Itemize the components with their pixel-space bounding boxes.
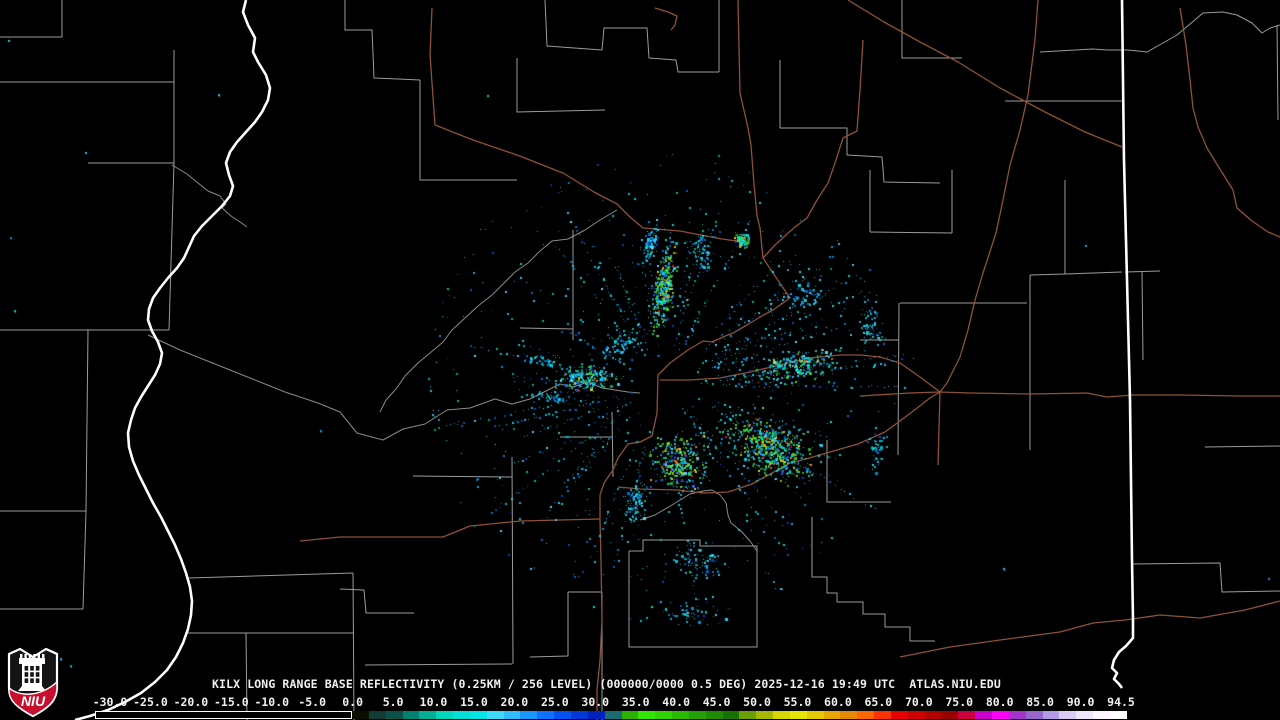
colorbar-segment bbox=[1059, 711, 1077, 719]
niu-castle-windows bbox=[24, 666, 40, 683]
colorbar-tick-label: -25.0 bbox=[133, 695, 168, 709]
colorbar-tick-label: 90.0 bbox=[1066, 695, 1095, 709]
colorbar-segment bbox=[992, 711, 1009, 719]
colorbar-tick-label: 75.0 bbox=[945, 695, 974, 709]
colorbar-segment bbox=[941, 711, 959, 719]
colorbar-segment bbox=[773, 711, 790, 719]
reflectivity-colorbar bbox=[95, 711, 1127, 719]
radar-display: KILX LONG RANGE BASE REFLECTIVITY (0.25K… bbox=[0, 0, 1280, 720]
colorbar-segment bbox=[857, 711, 875, 719]
colorbar-segment bbox=[570, 711, 588, 719]
colorbar-segment bbox=[789, 711, 807, 719]
colorbar-segment bbox=[958, 711, 976, 719]
colorbar-segment bbox=[1076, 711, 1094, 719]
colorbar-tick-label: -30.0 bbox=[92, 695, 128, 709]
colorbar-tick-label: 25.0 bbox=[540, 695, 569, 709]
colorbar-tick-labels: -30.0 -25.0 -20.0 -15.0 -10.0 -5.0 0.0 5.0 10.0 1… bbox=[0, 695, 1280, 709]
colorbar-tick-label: -5.0 bbox=[298, 695, 327, 709]
colorbar-tick-label: 10.0 bbox=[419, 695, 448, 709]
niu-logo: NIU bbox=[7, 647, 59, 718]
radar-caption: KILX LONG RANGE BASE REFLECTIVITY (0.25K… bbox=[212, 677, 1001, 691]
colorbar-segment bbox=[352, 711, 369, 719]
colorbar-empty-range bbox=[95, 711, 352, 719]
colorbar-segment bbox=[453, 711, 470, 719]
niu-logo-text: NIU bbox=[21, 693, 46, 709]
colorbar-segment bbox=[385, 711, 403, 719]
colorbar-segment bbox=[419, 711, 437, 719]
colorbar-segment bbox=[402, 711, 420, 719]
colorbar-segment bbox=[604, 711, 622, 719]
colorbar-segment bbox=[722, 711, 740, 719]
colorbar-segment bbox=[739, 711, 757, 719]
colorbar-segment bbox=[806, 711, 824, 719]
colorbar-tick-label: -15.0 bbox=[214, 695, 249, 709]
colorbar-tick-label: 45.0 bbox=[702, 695, 731, 709]
colorbar-segment bbox=[907, 711, 925, 719]
colorbar-tick-label: 65.0 bbox=[864, 695, 893, 709]
colorbar-segment bbox=[436, 711, 454, 719]
colorbar-segment bbox=[924, 711, 942, 719]
colorbar-segment bbox=[672, 711, 689, 719]
colorbar-segment bbox=[840, 711, 858, 719]
colorbar-tick-label: 85.0 bbox=[1026, 695, 1054, 709]
colorbar-segment bbox=[368, 711, 386, 719]
colorbar-tick-label: -10.0 bbox=[254, 695, 290, 709]
colorbar-segment bbox=[705, 711, 723, 719]
colorbar-segment bbox=[756, 711, 774, 719]
colorbar-segment bbox=[486, 711, 504, 719]
colorbar-segment bbox=[1008, 711, 1026, 719]
colorbar-tick-label: 0.0 bbox=[342, 695, 364, 709]
colorbar-tick-label: 50.0 bbox=[743, 695, 771, 709]
colorbar-tick-label: 30.0 bbox=[581, 695, 610, 709]
colorbar-segment bbox=[503, 711, 521, 719]
colorbar-tick-label: 35.0 bbox=[621, 695, 650, 709]
colorbar-tick-label: 70.0 bbox=[904, 695, 933, 709]
colorbar-tick-label: 55.0 bbox=[783, 695, 812, 709]
colorbar-segment bbox=[587, 711, 605, 719]
colorbar-segment bbox=[874, 711, 891, 719]
colorbar-tick-label: -20.0 bbox=[173, 695, 209, 709]
colorbar-segment bbox=[688, 711, 706, 719]
colorbar-tick-label: 80.0 bbox=[985, 695, 1014, 709]
reflectivity-echoes bbox=[0, 0, 1280, 720]
colorbar-segment bbox=[537, 711, 555, 719]
colorbar-tick-label: 5.0 bbox=[382, 695, 404, 709]
colorbar-segment bbox=[1093, 711, 1110, 719]
colorbar-segment bbox=[655, 711, 673, 719]
colorbar-tick-label: 40.0 bbox=[662, 695, 691, 709]
colorbar-segment bbox=[891, 711, 908, 719]
colorbar-segment bbox=[1042, 711, 1060, 719]
colorbar-segment bbox=[554, 711, 571, 719]
colorbar-segment bbox=[975, 711, 993, 719]
colorbar-segment bbox=[469, 711, 487, 719]
colorbar-segment bbox=[1109, 711, 1127, 719]
colorbar-segment bbox=[520, 711, 538, 719]
colorbar-segment bbox=[1025, 711, 1043, 719]
colorbar-tick-label: 20.0 bbox=[500, 695, 529, 709]
colorbar-tick-label: 15.0 bbox=[460, 695, 488, 709]
colorbar-tick-label: 94.5 bbox=[1107, 695, 1135, 709]
colorbar-tick-label: 60.0 bbox=[824, 695, 852, 709]
colorbar-segments bbox=[352, 711, 1127, 719]
colorbar-segment bbox=[621, 711, 639, 719]
colorbar-segment bbox=[638, 711, 656, 719]
colorbar-segment bbox=[823, 711, 841, 719]
